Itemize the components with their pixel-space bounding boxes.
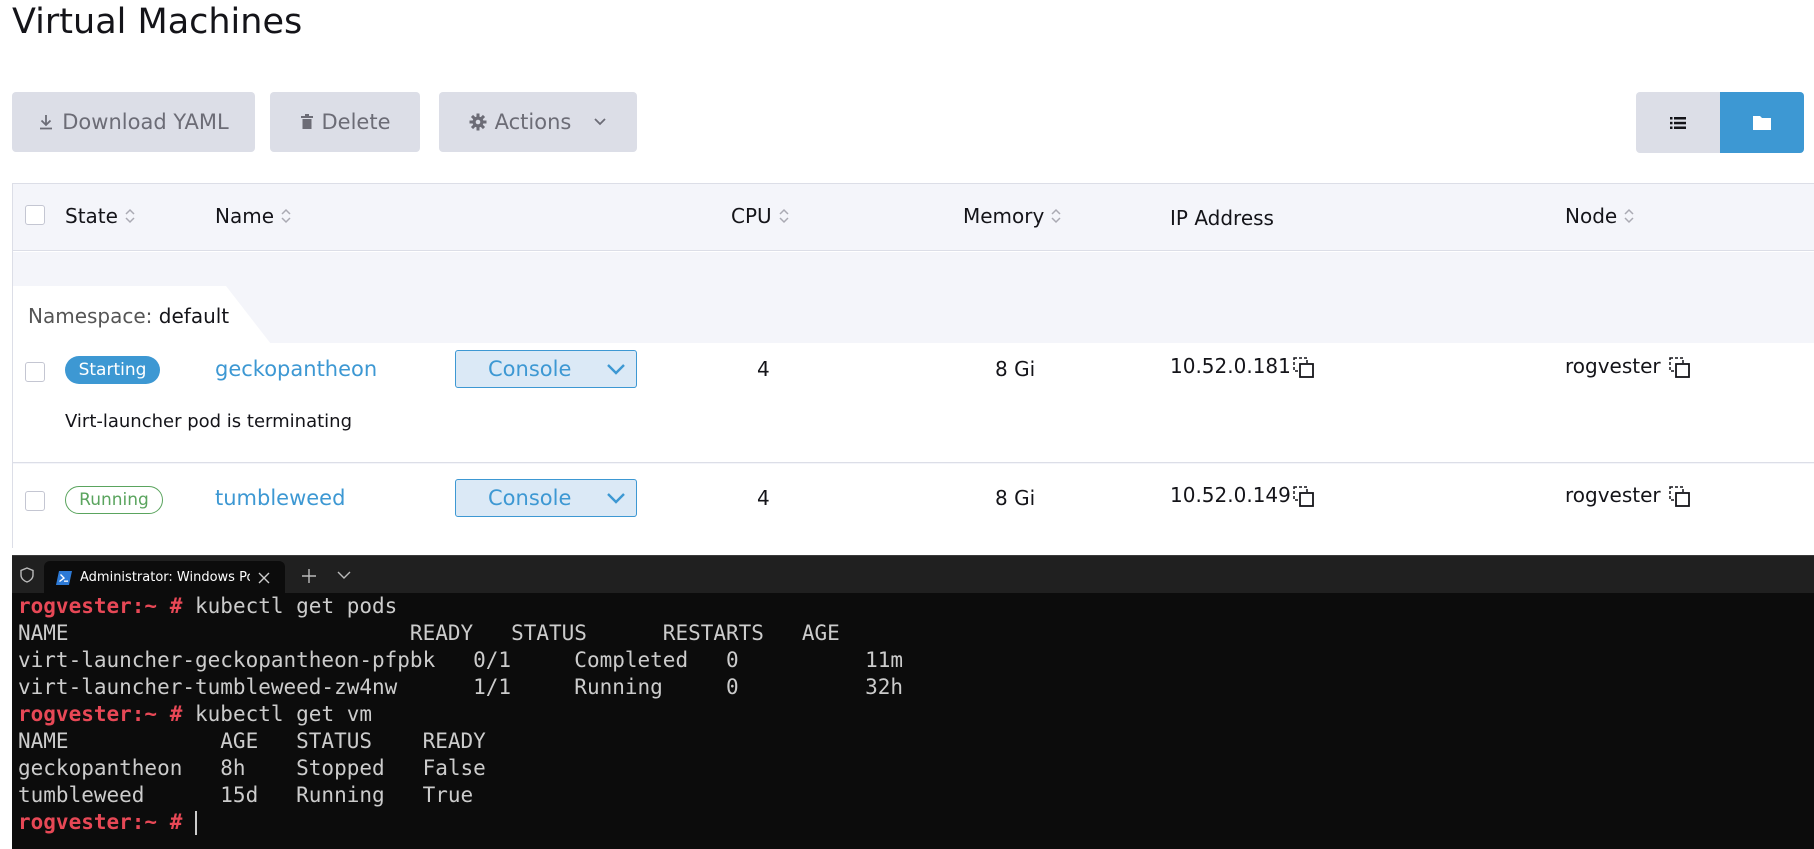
- ip-address-cell: 10.52.0.181: [1170, 354, 1315, 379]
- console-label: Console: [488, 357, 572, 381]
- table-row: Starting geckopantheon Console 4 8 Gi 10…: [13, 343, 1814, 463]
- console-label: Console: [488, 486, 572, 510]
- flat-list-view-button[interactable]: [1636, 92, 1720, 153]
- namespace-value: default: [158, 304, 230, 328]
- status-badge: Starting: [65, 356, 160, 384]
- terminal-line: NAME AGE STATUS READY: [18, 729, 486, 753]
- ip-address-value: 10.52.0.149: [1170, 483, 1291, 507]
- vm-name-link[interactable]: tumbleweed: [215, 486, 345, 510]
- sort-icon: [1624, 208, 1634, 224]
- terminal-prompt: rogvester:~ #: [18, 594, 183, 618]
- select-all-checkbox[interactable]: [25, 205, 45, 225]
- chevron-down-icon[interactable]: [606, 492, 626, 504]
- folder-icon: [1753, 116, 1771, 130]
- terminal-line: rogvester:~ #: [18, 809, 1814, 836]
- terminal-line: geckopantheon 8h Stopped False: [18, 756, 486, 780]
- terminal-tab-title: Administrator: Windows PowerS: [80, 570, 250, 585]
- column-header-ip-address: IP Address: [1170, 206, 1274, 230]
- delete-label: Delete: [321, 110, 391, 134]
- vm-table: State Name CPU Memory IP Address Node Na…: [12, 183, 1814, 548]
- node-value: rogvester: [1565, 354, 1661, 378]
- column-header-state[interactable]: State: [65, 204, 136, 228]
- status-message: Virt-launcher pod is terminating: [65, 411, 352, 432]
- column-header-cpu[interactable]: CPU: [731, 204, 790, 228]
- node-cell: rogvester: [1565, 354, 1691, 379]
- status-badge: Running: [65, 486, 163, 514]
- page-title: Virtual Machines: [12, 2, 303, 42]
- terminal-cursor: [195, 811, 198, 835]
- sort-icon: [779, 208, 789, 224]
- terminal-line: virt-launcher-geckopantheon-pfpbk 0/1 Co…: [18, 648, 904, 672]
- sort-icon: [1051, 208, 1061, 224]
- ip-address-value: 10.52.0.181: [1170, 354, 1291, 378]
- terminal-line: tumbleweed 15d Running True: [18, 783, 474, 807]
- sort-icon: [281, 208, 291, 224]
- close-icon[interactable]: [258, 572, 270, 584]
- terminal-line: virt-launcher-tumbleweed-zw4nw 1/1 Runni…: [18, 675, 904, 699]
- node-cell: rogvester: [1565, 483, 1691, 508]
- shield-icon: [20, 567, 34, 583]
- row-checkbox[interactable]: [25, 491, 45, 511]
- terminal-output[interactable]: rogvester:~ # kubectl get pods NAME READ…: [12, 593, 1814, 849]
- column-header-name[interactable]: Name: [215, 204, 292, 228]
- chevron-down-icon: [594, 118, 606, 126]
- console-button[interactable]: Console: [455, 350, 637, 388]
- console-button[interactable]: Console: [455, 479, 637, 517]
- terminal-line: rogvester:~ # kubectl get vm: [18, 702, 373, 726]
- chevron-down-icon[interactable]: [606, 363, 626, 375]
- memory-value: 8 Gi: [995, 486, 1036, 510]
- cpu-value: 4: [757, 486, 770, 510]
- view-toggle: [1636, 92, 1804, 153]
- terminal-tab[interactable]: Administrator: Windows PowerS: [44, 561, 285, 594]
- table-header: State Name CPU Memory IP Address Node: [13, 184, 1814, 251]
- actions-dropdown-button[interactable]: Actions: [439, 92, 637, 152]
- copy-icon[interactable]: [1293, 485, 1315, 508]
- node-value: rogvester: [1565, 483, 1661, 507]
- memory-value: 8 Gi: [995, 357, 1036, 381]
- terminal-line: rogvester:~ # kubectl get pods: [18, 594, 398, 618]
- copy-icon[interactable]: [1669, 485, 1691, 508]
- namespace-label: Namespace: default: [28, 304, 230, 328]
- row-checkbox[interactable]: [25, 362, 45, 382]
- chevron-down-icon[interactable]: [337, 571, 351, 580]
- download-icon: [40, 115, 53, 130]
- cpu-value: 4: [757, 357, 770, 381]
- copy-icon[interactable]: [1669, 356, 1691, 379]
- download-yaml-button[interactable]: Download YAML: [12, 92, 255, 152]
- copy-icon[interactable]: [1293, 356, 1315, 379]
- vm-name-link[interactable]: geckopantheon: [215, 357, 377, 381]
- terminal-prompt: rogvester:~ #: [18, 702, 183, 726]
- terminal-tab-bar: Administrator: Windows PowerS: [12, 555, 1814, 594]
- actions-label: Actions: [494, 110, 572, 134]
- sort-icon: [125, 208, 135, 224]
- plus-icon[interactable]: [302, 569, 316, 583]
- delete-button[interactable]: Delete: [270, 92, 420, 152]
- group-by-namespace-button[interactable]: [1720, 92, 1804, 153]
- column-header-node[interactable]: Node: [1565, 204, 1635, 228]
- terminal-line: NAME READY STATUS RESTARTS AGE: [18, 621, 840, 645]
- column-header-memory[interactable]: Memory: [963, 204, 1062, 228]
- ip-address-cell: 10.52.0.149: [1170, 483, 1315, 508]
- table-row: Running tumbleweed Console 4 8 Gi 10.52.…: [13, 464, 1814, 548]
- trash-icon: [300, 114, 313, 129]
- gear-icon: [469, 113, 487, 131]
- list-icon: [1670, 116, 1686, 129]
- powershell-icon: [56, 570, 72, 585]
- download-yaml-label: Download YAML: [62, 110, 229, 134]
- terminal-prompt: rogvester:~ #: [18, 810, 183, 834]
